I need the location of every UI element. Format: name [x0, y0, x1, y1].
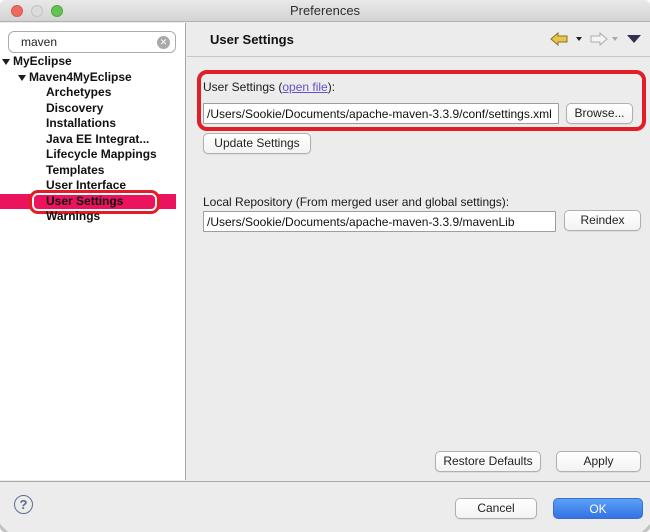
cancel-button[interactable]: Cancel — [455, 498, 537, 519]
disclosure-triangle-icon[interactable] — [18, 75, 26, 81]
back-arrow-icon[interactable] — [550, 32, 572, 46]
tree-item-label: Maven4MyEclipse — [29, 70, 132, 84]
view-menu-icon[interactable] — [626, 34, 642, 44]
reindex-button[interactable]: Reindex — [564, 210, 641, 231]
tree-item-user-interface[interactable]: User Interface — [0, 178, 176, 194]
tree-item-archetypes[interactable]: Archetypes — [0, 85, 176, 101]
browse-button[interactable]: Browse... — [566, 103, 633, 124]
window-title: Preferences — [0, 0, 650, 22]
tree-item-maven4myeclipse[interactable]: Maven4MyEclipse — [0, 70, 176, 86]
local-repository-field[interactable] — [203, 211, 556, 232]
forward-arrow-icon[interactable] — [586, 32, 608, 46]
search-clear-icon[interactable]: ✕ — [157, 36, 170, 49]
minimize-traffic-light[interactable] — [31, 5, 43, 17]
disclosure-triangle-icon[interactable] — [2, 59, 10, 65]
tree-item-label: Templates — [46, 163, 104, 177]
resize-grip-bottom-left[interactable] — [0, 524, 8, 532]
preferences-tree: MyEclipse Maven4MyEclipse Archetypes Dis… — [0, 54, 186, 225]
update-settings-button[interactable]: Update Settings — [203, 133, 311, 154]
tree-item-label: Archetypes — [46, 85, 111, 99]
zoom-traffic-light[interactable] — [51, 5, 63, 17]
tree-item-installations[interactable]: Installations — [0, 116, 176, 132]
sidebar: ✕ MyEclipse Maven4MyEclipse Archetypes D… — [0, 23, 186, 480]
tree-item-java-ee-integration[interactable]: Java EE Integrat... — [0, 132, 176, 148]
search-input[interactable] — [8, 31, 176, 53]
preferences-window: Preferences ✕ MyEclipse Maven4MyEclipse … — [0, 0, 650, 532]
settings-path-field[interactable] — [203, 103, 559, 124]
user-settings-label: User Settings (open file): — [203, 80, 335, 94]
help-button[interactable]: ? — [14, 495, 33, 514]
main-panel: User Settings User — [187, 23, 650, 480]
tree-item-label: Warnings — [46, 209, 100, 223]
label-text: ): — [328, 80, 335, 94]
page-title: User Settings — [210, 32, 294, 47]
history-nav — [550, 32, 642, 46]
tree-item-discovery[interactable]: Discovery — [0, 101, 176, 117]
titlebar: Preferences — [0, 0, 650, 22]
footer: ? Cancel OK — [0, 481, 650, 532]
tree-item-label: User Interface — [46, 178, 126, 192]
tree-item-myeclipse[interactable]: MyEclipse — [0, 54, 176, 70]
tree-item-label: Discovery — [46, 101, 103, 115]
tree-item-warnings[interactable]: Warnings — [0, 209, 176, 225]
tree-item-templates[interactable]: Templates — [0, 163, 176, 179]
local-repository-label: Local Repository (From merged user and g… — [203, 195, 509, 209]
ok-button[interactable]: OK — [553, 498, 643, 519]
back-dropdown-icon[interactable] — [575, 36, 583, 42]
forward-dropdown-icon[interactable] — [611, 36, 619, 42]
open-file-link[interactable]: open file — [282, 80, 327, 94]
close-traffic-light[interactable] — [11, 5, 23, 17]
tree-item-label: Installations — [46, 116, 116, 130]
label-text: User Settings ( — [203, 80, 282, 94]
panel-header: User Settings — [187, 23, 650, 57]
restore-defaults-button[interactable]: Restore Defaults — [435, 451, 541, 472]
tree-item-label: Lifecycle Mappings — [46, 147, 157, 161]
tree-item-lifecycle-mappings[interactable]: Lifecycle Mappings — [0, 147, 176, 163]
tree-item-label: Java EE Integrat... — [46, 132, 149, 146]
apply-button[interactable]: Apply — [556, 451, 641, 472]
tree-item-label: MyEclipse — [13, 54, 72, 68]
tree-item-user-settings[interactable]: User Settings — [0, 194, 176, 210]
tree-item-label: User Settings — [46, 194, 123, 208]
resize-grip-bottom-right[interactable] — [642, 524, 650, 532]
